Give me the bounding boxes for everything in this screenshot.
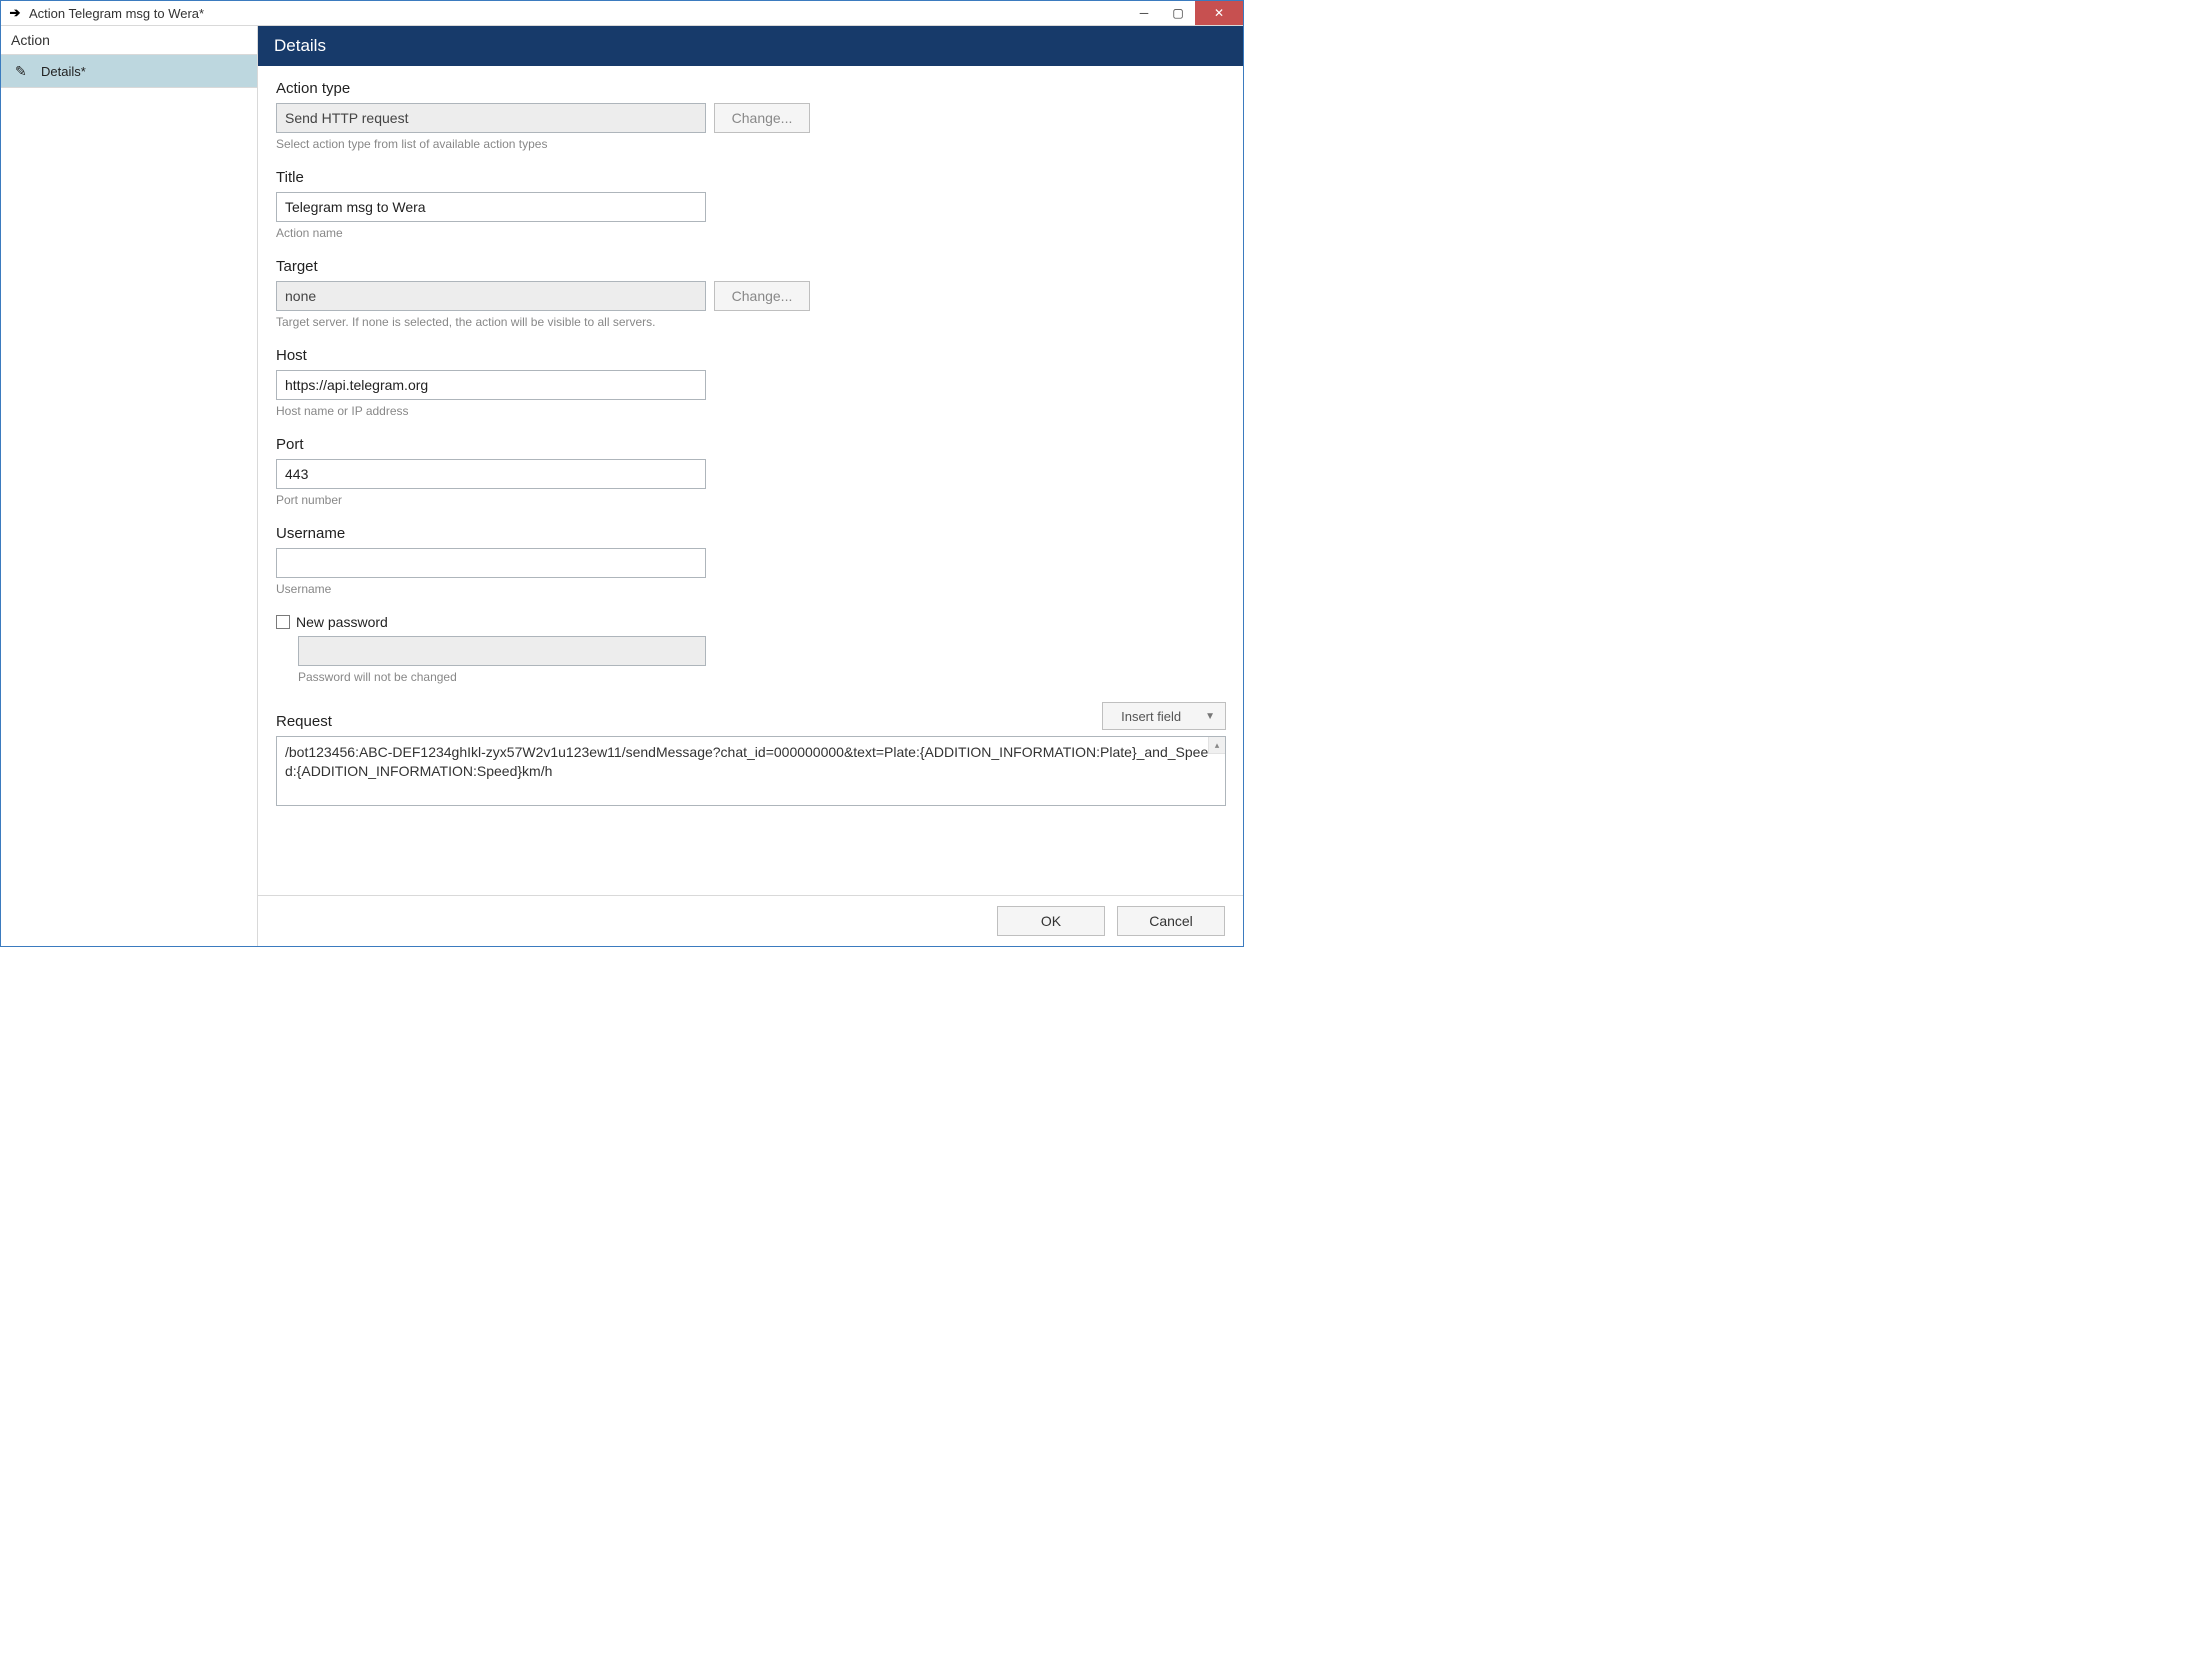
port-label: Port [276, 436, 1225, 453]
pencil-icon: ✎ [15, 63, 31, 79]
host-label: Host [276, 347, 1225, 364]
sidebar-item-details[interactable]: ✎ Details* [1, 55, 257, 88]
request-value: /bot123456:ABC-DEF1234ghIkl-zyx57W2v1u12… [285, 744, 1208, 779]
title-label: Title [276, 169, 1225, 186]
window-controls: ─ ▢ ✕ [1127, 1, 1243, 25]
sidebar-item-label: Details* [41, 64, 86, 79]
port-helper: Port number [276, 493, 1225, 507]
app-icon-arrow: ➔ [7, 5, 23, 21]
sidebar-header: Action [1, 26, 257, 55]
new-password-checkbox[interactable] [276, 615, 290, 629]
target-change-button[interactable]: Change... [714, 281, 810, 311]
password-helper: Password will not be changed [298, 670, 1225, 684]
chevron-down-icon: ▼ [1205, 711, 1215, 722]
action-type-label: Action type [276, 80, 1225, 97]
window-title: Action Telegram msg to Wera* [29, 6, 204, 21]
password-input [298, 636, 706, 666]
insert-field-button[interactable]: Insert field ▼ [1102, 702, 1226, 730]
dialog-button-bar: OK Cancel [258, 895, 1243, 946]
action-type-change-button[interactable]: Change... [714, 103, 810, 133]
username-label: Username [276, 525, 1225, 542]
title-helper: Action name [276, 226, 1225, 240]
ok-button[interactable]: OK [997, 906, 1105, 936]
details-header: Details [258, 26, 1243, 66]
textarea-scroll-up-icon[interactable]: ▴ [1208, 737, 1225, 754]
username-input[interactable] [276, 548, 706, 578]
target-helper: Target server. If none is selected, the … [276, 315, 1225, 329]
username-helper: Username [276, 582, 1225, 596]
cancel-button[interactable]: Cancel [1117, 906, 1225, 936]
action-type-helper: Select action type from list of availabl… [276, 137, 1225, 151]
maximize-button[interactable]: ▢ [1161, 1, 1195, 25]
new-password-label: New password [296, 614, 388, 630]
host-input[interactable] [276, 370, 706, 400]
request-textarea[interactable]: /bot123456:ABC-DEF1234ghIkl-zyx57W2v1u12… [276, 736, 1226, 806]
title-input[interactable] [276, 192, 706, 222]
port-input[interactable] [276, 459, 706, 489]
host-helper: Host name or IP address [276, 404, 1225, 418]
minimize-button[interactable]: ─ [1127, 1, 1161, 25]
close-button[interactable]: ✕ [1195, 1, 1243, 25]
action-type-field [276, 103, 706, 133]
form-scroll-area[interactable]: Action type Change... Select action type… [258, 66, 1243, 895]
sidebar: Action ✎ Details* [1, 26, 258, 946]
request-label: Request [276, 713, 332, 730]
target-label: Target [276, 258, 1225, 275]
titlebar: ➔ Action Telegram msg to Wera* ─ ▢ ✕ [1, 1, 1243, 26]
target-field [276, 281, 706, 311]
insert-field-label: Insert field [1121, 709, 1181, 724]
